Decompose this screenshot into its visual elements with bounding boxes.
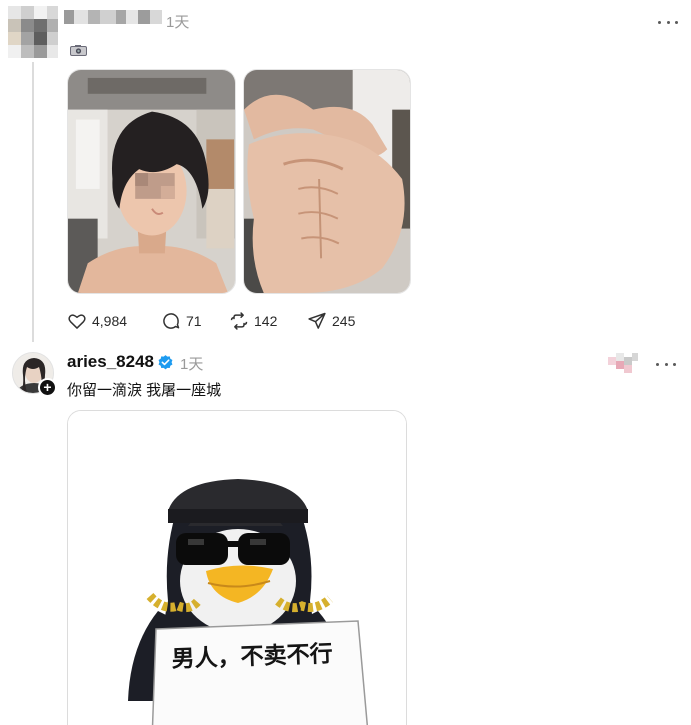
follow-plus-icon[interactable]: + xyxy=(38,378,57,397)
repost-icon xyxy=(230,312,248,330)
thread-line xyxy=(32,62,34,342)
more-icon[interactable] xyxy=(656,360,676,368)
repost-button[interactable]: 142 xyxy=(229,311,277,331)
username-blurred[interactable] xyxy=(64,10,162,24)
verified-badge-icon xyxy=(158,355,173,370)
repost-count: 142 xyxy=(254,313,278,329)
reply-count: 71 xyxy=(186,313,202,329)
meme-image[interactable]: 男人，不卖不行 xyxy=(67,410,407,725)
comment-icon xyxy=(163,313,180,329)
heart-icon xyxy=(68,314,86,329)
post-photo-portrait[interactable] xyxy=(67,69,236,294)
post-time: 1天 xyxy=(166,14,190,31)
like-button[interactable]: 4,984 xyxy=(67,311,127,331)
meme-sign-text: 男人，不卖不行 xyxy=(171,641,334,673)
share-count: 245 xyxy=(332,313,356,329)
post-time: 1天 xyxy=(180,356,204,373)
reply-button[interactable]: 71 xyxy=(161,311,202,331)
like-count: 4,984 xyxy=(92,313,128,329)
send-icon xyxy=(308,312,326,329)
avatar-blurred-icon[interactable] xyxy=(8,6,58,58)
post-photo-torso[interactable] xyxy=(243,69,411,294)
more-icon[interactable] xyxy=(658,18,678,26)
camera-icon xyxy=(70,45,87,56)
blurred-thumbnail-icon xyxy=(608,353,638,373)
post-caption: 你留一滴淚 我屠一座城 xyxy=(67,382,222,399)
username[interactable]: aries_8248 xyxy=(67,352,154,372)
share-button[interactable]: 245 xyxy=(307,311,355,331)
